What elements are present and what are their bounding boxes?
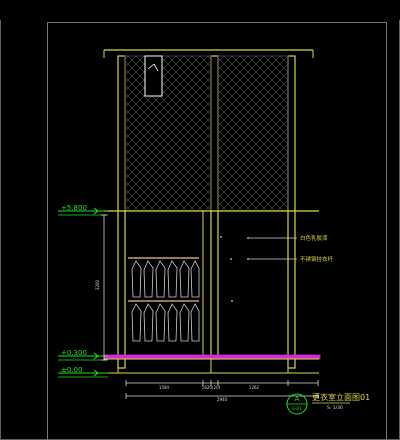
detail-letter: A xyxy=(295,395,300,403)
reference-dot-2 xyxy=(230,258,232,260)
vertical-dimension-text: 3200 xyxy=(95,279,100,290)
annotation-label-1: 白色乳胶漆 xyxy=(300,234,328,242)
floor-band xyxy=(103,354,321,360)
elevation-drawing: +5.800 +0.300 ±0.00 3200 1594 1620(20) 1… xyxy=(0,0,400,440)
top-margin xyxy=(0,0,400,20)
access-opening xyxy=(144,55,163,97)
drawing-scale: S: 1/30 xyxy=(327,405,343,411)
annotation-node-1 xyxy=(247,237,249,239)
level-label-0300: +0.300 xyxy=(61,349,87,357)
annotation-label-2: 不锈钢挂衣杆 xyxy=(300,255,334,263)
reference-dot-1 xyxy=(220,236,222,238)
level-label-0000: ±0.00 xyxy=(61,366,82,374)
dimension-text-3: 1262 xyxy=(249,385,260,390)
total-dimension-text: 2940 xyxy=(217,397,228,402)
reference-dot-3 xyxy=(231,300,233,302)
level-label-5800: +5.800 xyxy=(61,204,87,212)
annotation-node-2 xyxy=(247,258,249,260)
detail-sheet: E-01 xyxy=(292,406,302,411)
dimension-text-2: 1620(20) xyxy=(202,385,221,390)
upper-hatched-panel-left xyxy=(124,55,212,212)
dimension-text-1: 1594 xyxy=(159,385,170,390)
drawing-title: 更衣室立面图01 xyxy=(312,392,370,402)
upper-hatched-panel-right xyxy=(217,55,289,212)
